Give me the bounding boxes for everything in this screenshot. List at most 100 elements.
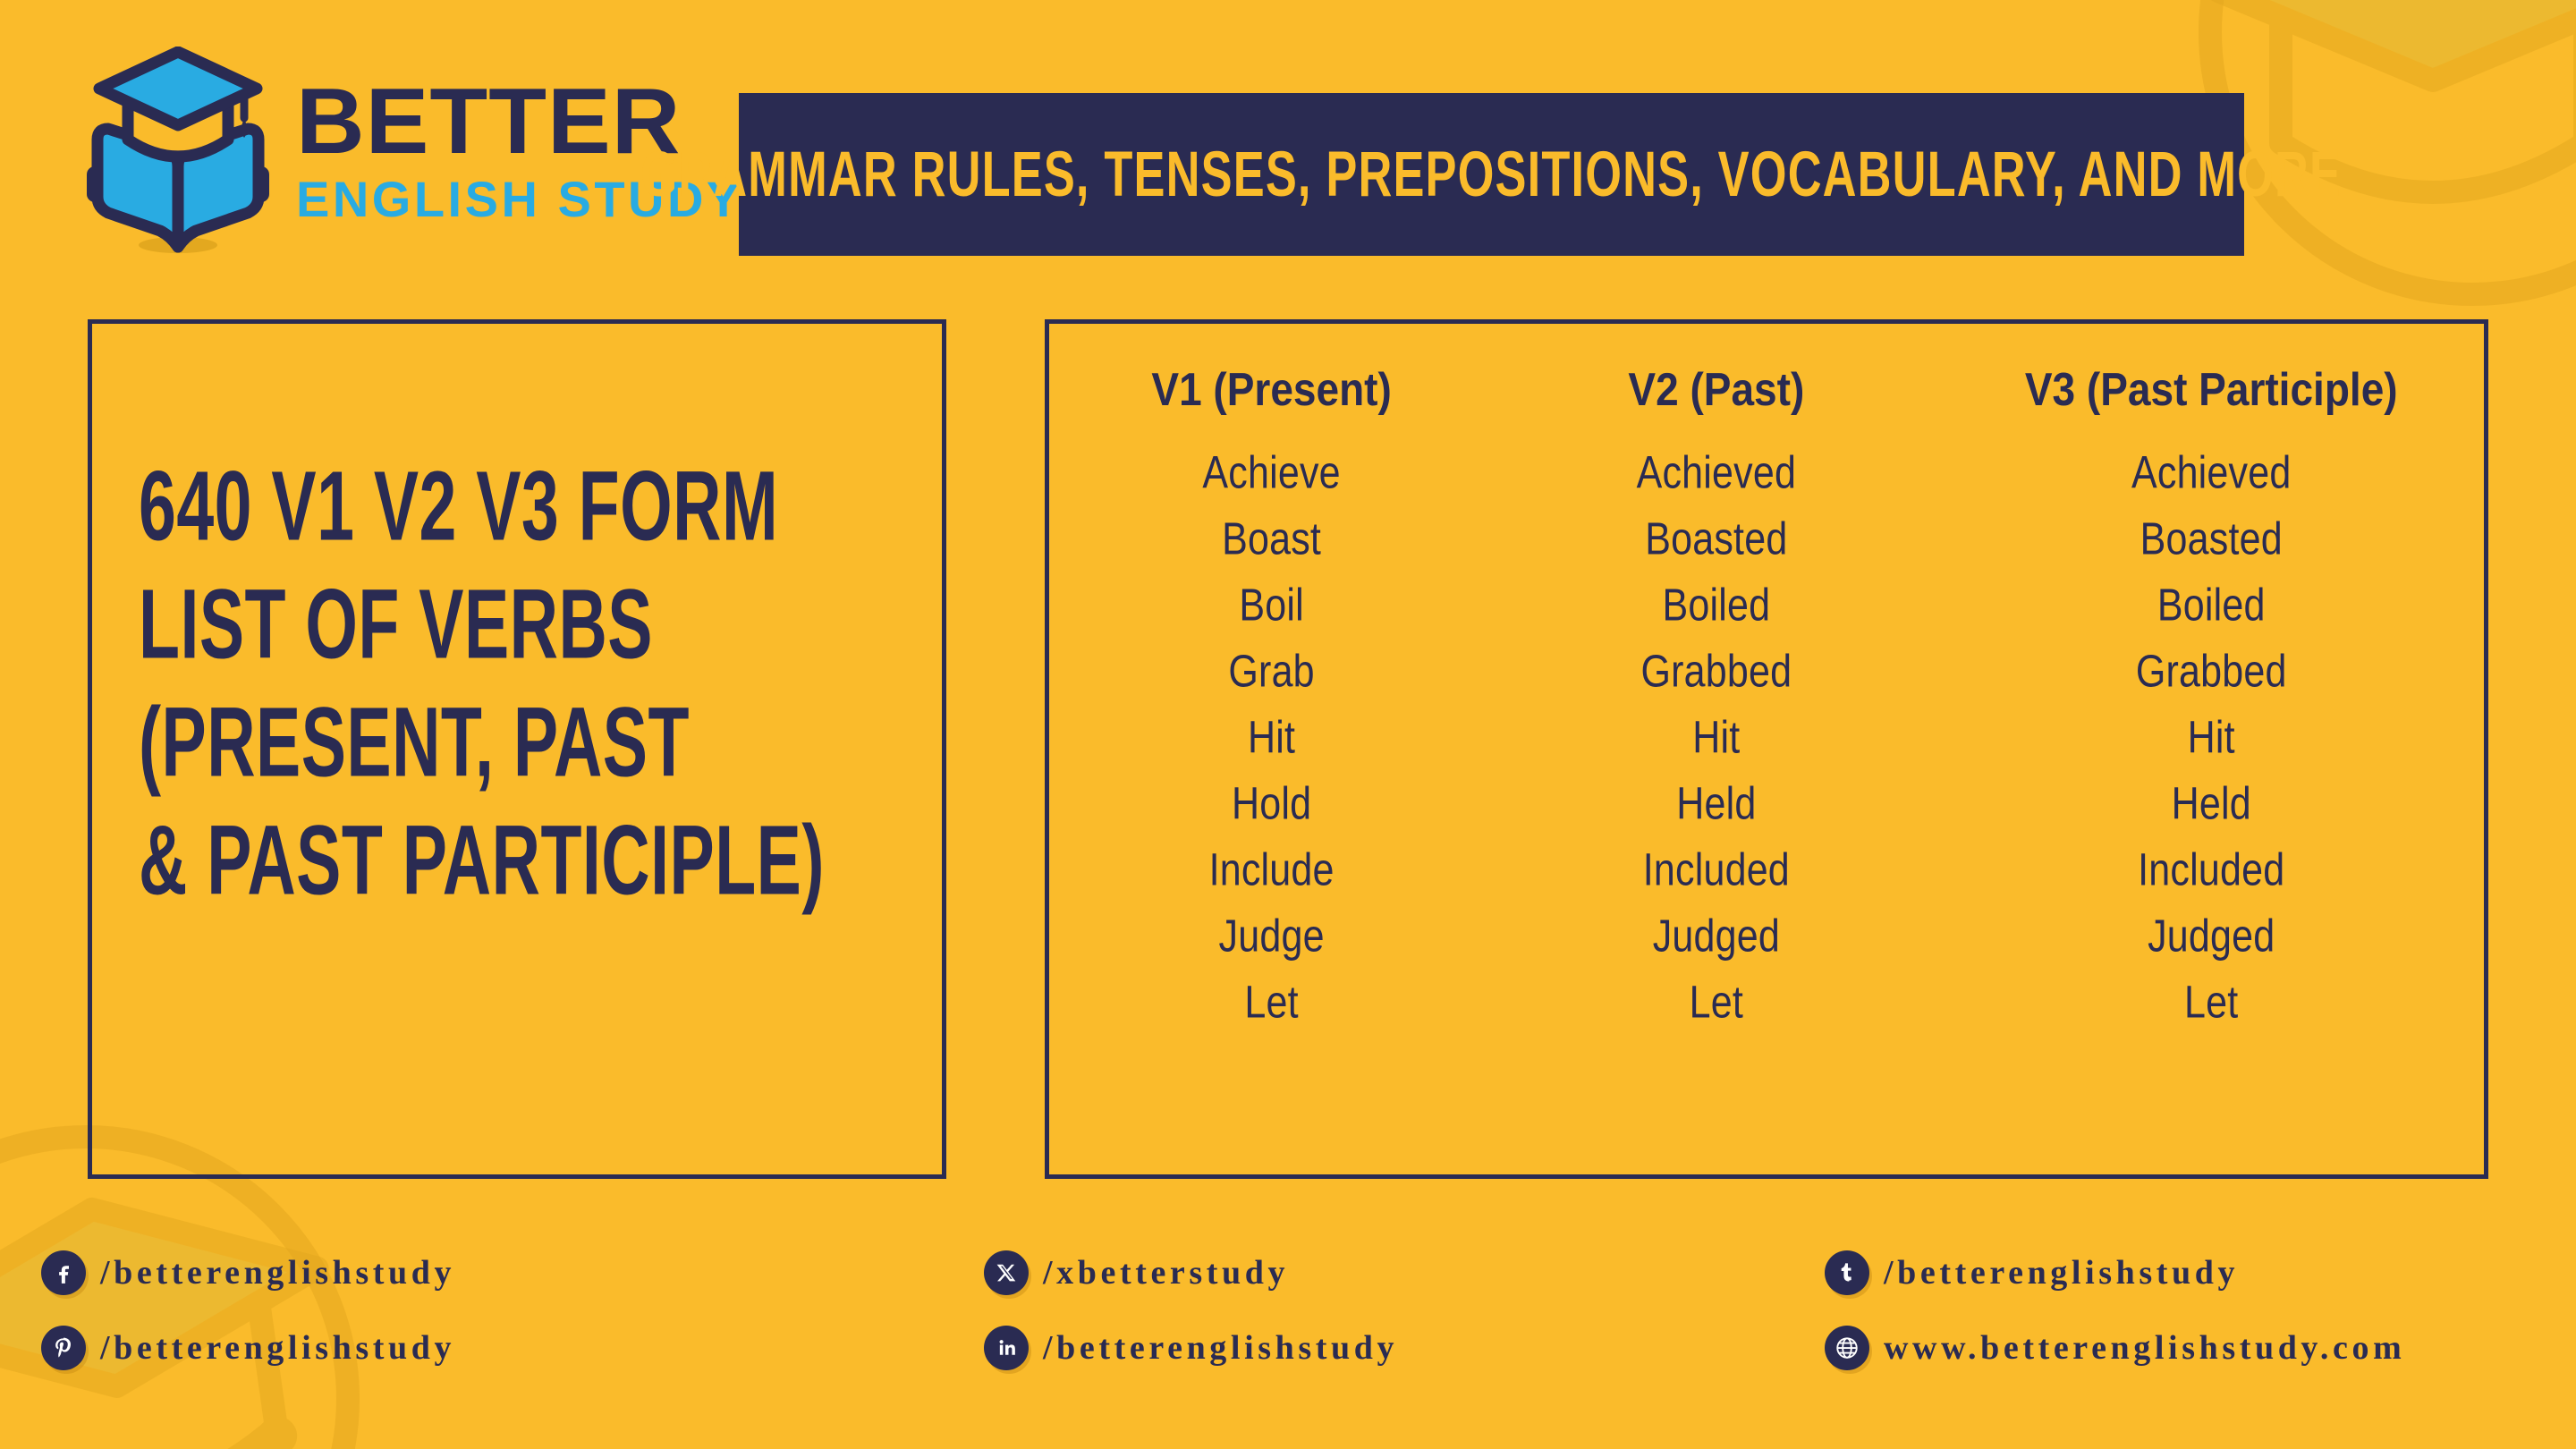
cell-v3: Grabbed <box>1938 639 2484 705</box>
pinterest-icon[interactable] <box>41 1326 86 1370</box>
column-header-v1-label: V1 (Present) <box>1151 362 1392 416</box>
cell-text: Grab <box>1228 646 1315 697</box>
cell-v1: Boil <box>1049 572 1494 639</box>
cell-text: Achieved <box>2131 447 2292 498</box>
cell-v2: Held <box>1494 771 1938 837</box>
column-header-v3-label: V3 (Past Participle) <box>2024 362 2398 416</box>
linkedin-handle[interactable]: /betterenglishstudy <box>1043 1328 1398 1368</box>
cell-v2: Judged <box>1494 903 1938 970</box>
cell-text: Included <box>1642 844 1790 895</box>
cell-text: Grabbed <box>1640 646 1792 697</box>
cell-text: Let <box>2184 977 2239 1028</box>
social-link-x-twitter[interactable]: /xbetterstudy <box>984 1250 1398 1295</box>
cell-v1: Hold <box>1049 771 1494 837</box>
social-link-facebook[interactable]: /betterenglishstudy <box>41 1250 455 1295</box>
table-row: Judge Judged Judged <box>1049 903 2484 970</box>
cell-v1: Boast <box>1049 506 1494 572</box>
tumblr-handle[interactable]: /betterenglishstudy <box>1884 1253 2239 1292</box>
cell-text: Hold <box>1231 778 1312 829</box>
cell-v1: Let <box>1049 970 1494 1036</box>
cell-text: Boasted <box>1645 513 1788 564</box>
cell-v3: Hit <box>1938 705 2484 771</box>
cell-text: Included <box>2138 844 2285 895</box>
column-header-v1: V1 (Present) <box>1049 358 1494 440</box>
social-column-right: /betterenglishstudy www.betterenglishstu… <box>1825 1250 2405 1370</box>
facebook-icon[interactable] <box>41 1250 86 1295</box>
cell-text: Boil <box>1239 580 1304 631</box>
cell-text: Boiled <box>1662 580 1771 631</box>
social-link-website[interactable]: www.betterenglishstudy.com <box>1825 1326 2405 1370</box>
social-column-middle: /xbetterstudy /betterenglishstudy <box>984 1250 1398 1370</box>
cell-text: Judge <box>1218 911 1325 962</box>
cell-text: Boiled <box>2157 580 2266 631</box>
table-row: Boast Boasted Boasted <box>1049 506 2484 572</box>
cell-v3: Let <box>1938 970 2484 1036</box>
pinterest-handle[interactable]: /betterenglishstudy <box>100 1328 455 1368</box>
cell-v3: Held <box>1938 771 2484 837</box>
poster-canvas: BETTER ENGLISH STUDY GRAMMAR RULES, TENS… <box>0 0 2576 1449</box>
cell-text: Grabbed <box>2135 646 2287 697</box>
title-line-3: (PRESENT, PAST <box>139 687 690 798</box>
tagline-text: GRAMMAR RULES, TENSES, PREPOSITIONS, VOC… <box>640 139 2343 210</box>
title-box: 640 V1 V2 V3 FORM LIST OF VERBS (PRESENT… <box>88 319 946 1179</box>
facebook-handle[interactable]: /betterenglishstudy <box>100 1253 455 1292</box>
linkedin-icon[interactable] <box>984 1326 1029 1370</box>
cell-v2: Achieved <box>1494 440 1938 506</box>
table-row: Let Let Let <box>1049 970 2484 1036</box>
cell-v3: Included <box>1938 837 2484 903</box>
cell-v3: Boiled <box>1938 572 2484 639</box>
table-row: Include Included Included <box>1049 837 2484 903</box>
cell-v2: Let <box>1494 970 1938 1036</box>
graduation-cap-book-icon <box>87 47 269 253</box>
cell-v1: Judge <box>1049 903 1494 970</box>
cell-v3: Boasted <box>1938 506 2484 572</box>
social-column-left: /betterenglishstudy /betterenglishstudy <box>41 1250 455 1370</box>
table-row: Hold Held Held <box>1049 771 2484 837</box>
cell-text: Hit <box>1248 712 1296 763</box>
cell-v1: Hit <box>1049 705 1494 771</box>
cell-text: Judged <box>1652 911 1780 962</box>
cell-text: Held <box>1676 778 1757 829</box>
website-url[interactable]: www.betterenglishstudy.com <box>1884 1328 2405 1368</box>
poster-title: 640 V1 V2 V3 FORM LIST OF VERBS (PRESENT… <box>139 451 908 930</box>
column-header-v3: V3 (Past Participle) <box>1938 358 2484 440</box>
cell-text: Judged <box>2148 911 2275 962</box>
table-row: Boil Boiled Boiled <box>1049 572 2484 639</box>
table-row: Achieve Achieved Achieved <box>1049 440 2484 506</box>
cell-v2: Boiled <box>1494 572 1938 639</box>
column-header-v2-label: V2 (Past) <box>1628 362 1805 416</box>
cell-text: Achieve <box>1202 447 1341 498</box>
x-twitter-handle[interactable]: /xbetterstudy <box>1043 1253 1289 1292</box>
tagline-banner: GRAMMAR RULES, TENSES, PREPOSITIONS, VOC… <box>641 93 2341 256</box>
title-line-4: & PAST PARTICIPLE) <box>139 805 825 916</box>
cell-text: Boast <box>1222 513 1322 564</box>
cell-text: Let <box>1689 977 1744 1028</box>
cell-text: Hit <box>1692 712 1741 763</box>
cell-v3: Achieved <box>1938 440 2484 506</box>
social-link-linkedin[interactable]: /betterenglishstudy <box>984 1326 1398 1370</box>
poster-header: BETTER ENGLISH STUDY GRAMMAR RULES, TENS… <box>0 0 2576 295</box>
cell-v2: Grabbed <box>1494 639 1938 705</box>
social-link-pinterest[interactable]: /betterenglishstudy <box>41 1326 455 1370</box>
x-twitter-icon[interactable] <box>984 1250 1029 1295</box>
verb-table-box: V1 (Present) V2 (Past) V3 (Past Particip… <box>1045 319 2488 1179</box>
cell-v2: Hit <box>1494 705 1938 771</box>
cell-v3: Judged <box>1938 903 2484 970</box>
social-link-tumblr[interactable]: /betterenglishstudy <box>1825 1250 2405 1295</box>
cell-text: Hit <box>2187 712 2235 763</box>
cell-text: Achieved <box>1636 447 1797 498</box>
table-row: Grab Grabbed Grabbed <box>1049 639 2484 705</box>
table-body: Achieve Achieved Achieved Boast Boasted … <box>1049 440 2484 1036</box>
cell-v2: Boasted <box>1494 506 1938 572</box>
title-line-1: 640 V1 V2 V3 FORM <box>139 451 779 562</box>
tumblr-icon[interactable] <box>1825 1250 1869 1295</box>
website-globe-icon[interactable] <box>1825 1326 1869 1370</box>
table-head: V1 (Present) V2 (Past) V3 (Past Particip… <box>1049 358 2484 440</box>
cell-v1: Include <box>1049 837 1494 903</box>
cell-text: Held <box>2171 778 2251 829</box>
cell-v1: Achieve <box>1049 440 1494 506</box>
table-header-row: V1 (Present) V2 (Past) V3 (Past Particip… <box>1049 358 2484 440</box>
table-row: Hit Hit Hit <box>1049 705 2484 771</box>
cell-v2: Included <box>1494 837 1938 903</box>
cell-v1: Grab <box>1049 639 1494 705</box>
